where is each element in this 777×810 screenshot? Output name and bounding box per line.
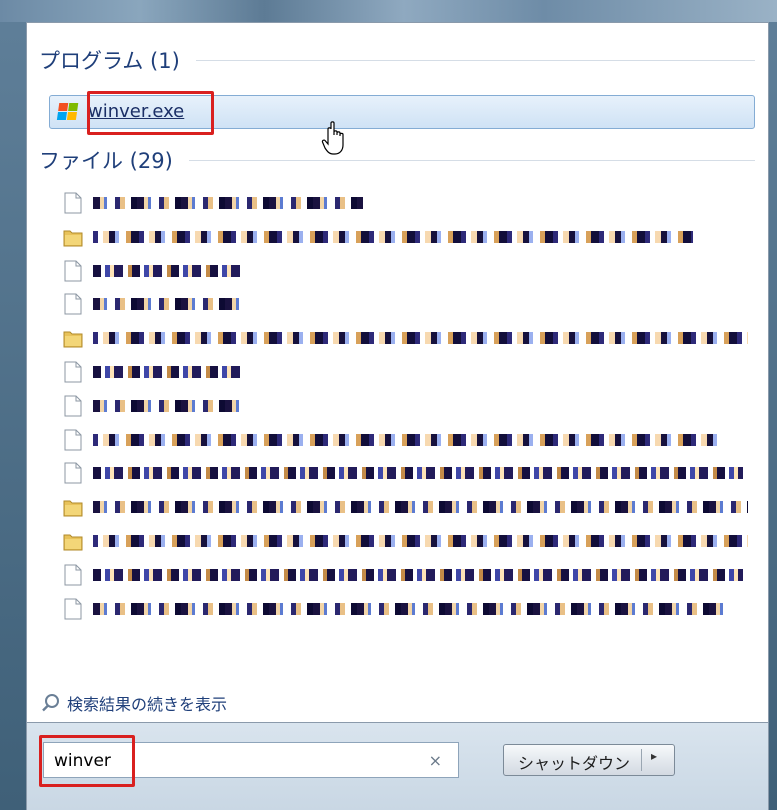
redacted-file-name: [93, 501, 748, 513]
file-list-item[interactable]: [63, 527, 753, 555]
programs-header-label: プログラム (1): [39, 49, 180, 73]
document-icon: [64, 598, 82, 620]
document-icon: [64, 293, 82, 315]
windows-logo-icon: [56, 103, 80, 121]
file-list-item[interactable]: [63, 392, 753, 420]
file-list-item[interactable]: [63, 561, 753, 589]
redacted-file-name: [93, 265, 243, 277]
file-list-item[interactable]: [63, 595, 753, 623]
files-header: ファイル (29): [39, 145, 755, 175]
shutdown-label[interactable]: シャットダウン: [518, 750, 630, 774]
file-list-item[interactable]: [63, 189, 753, 217]
folder-icon: [63, 230, 83, 247]
file-list-item[interactable]: [63, 223, 753, 251]
folder-icon: [63, 534, 83, 551]
shutdown-separator: [641, 749, 642, 771]
redacted-file-name: [93, 400, 243, 412]
redacted-file-name: [93, 231, 693, 243]
document-icon: [64, 429, 82, 451]
document-icon: [64, 462, 82, 484]
more-results-link[interactable]: 検索結果の続きを表示: [41, 690, 227, 716]
folder-icon: [63, 331, 83, 348]
document-icon: [64, 260, 82, 282]
search-results-panel: プログラム (1) winver.exe ファイル (29) 検索結果の続きを表…: [26, 22, 769, 723]
redacted-file-name: [93, 569, 743, 581]
document-icon: [64, 564, 82, 586]
redacted-file-name: [93, 366, 243, 378]
redacted-file-name: [93, 603, 723, 615]
files-header-label: ファイル (29): [39, 149, 173, 173]
redacted-file-name: [93, 197, 363, 209]
shutdown-button[interactable]: シャットダウン ▸: [503, 744, 675, 776]
document-icon: [64, 192, 82, 214]
file-list-item[interactable]: [63, 358, 753, 386]
start-menu-frame: プログラム (1) winver.exe ファイル (29) 検索結果の続きを表…: [0, 0, 777, 810]
redacted-file-name: [93, 298, 243, 310]
glass-border: [0, 0, 777, 22]
file-list-item[interactable]: [63, 426, 753, 454]
clear-search-icon[interactable]: ×: [429, 751, 442, 770]
file-list-item[interactable]: [63, 459, 753, 487]
search-icon: [42, 694, 59, 712]
redacted-file-name: [93, 434, 721, 446]
file-list-item[interactable]: [63, 290, 753, 318]
document-icon: [64, 361, 82, 383]
header-divider: [188, 159, 755, 161]
redacted-file-name: [93, 332, 748, 344]
highlight-box-search: [39, 735, 135, 787]
file-list-item[interactable]: [63, 324, 753, 352]
header-divider: [195, 59, 755, 61]
folder-icon: [63, 500, 83, 517]
more-results-label[interactable]: 検索結果の続きを表示: [67, 691, 227, 715]
shutdown-options-arrow-icon[interactable]: ▸: [651, 749, 657, 763]
document-icon: [64, 395, 82, 417]
start-menu-footer: winver × シャットダウン ▸: [26, 723, 769, 810]
programs-header: プログラム (1): [39, 45, 755, 75]
redacted-file-name: [93, 467, 743, 479]
redacted-file-name: [93, 535, 748, 547]
file-list-item[interactable]: [63, 493, 753, 521]
file-list-item[interactable]: [63, 257, 753, 285]
highlight-box-program: [87, 91, 214, 135]
